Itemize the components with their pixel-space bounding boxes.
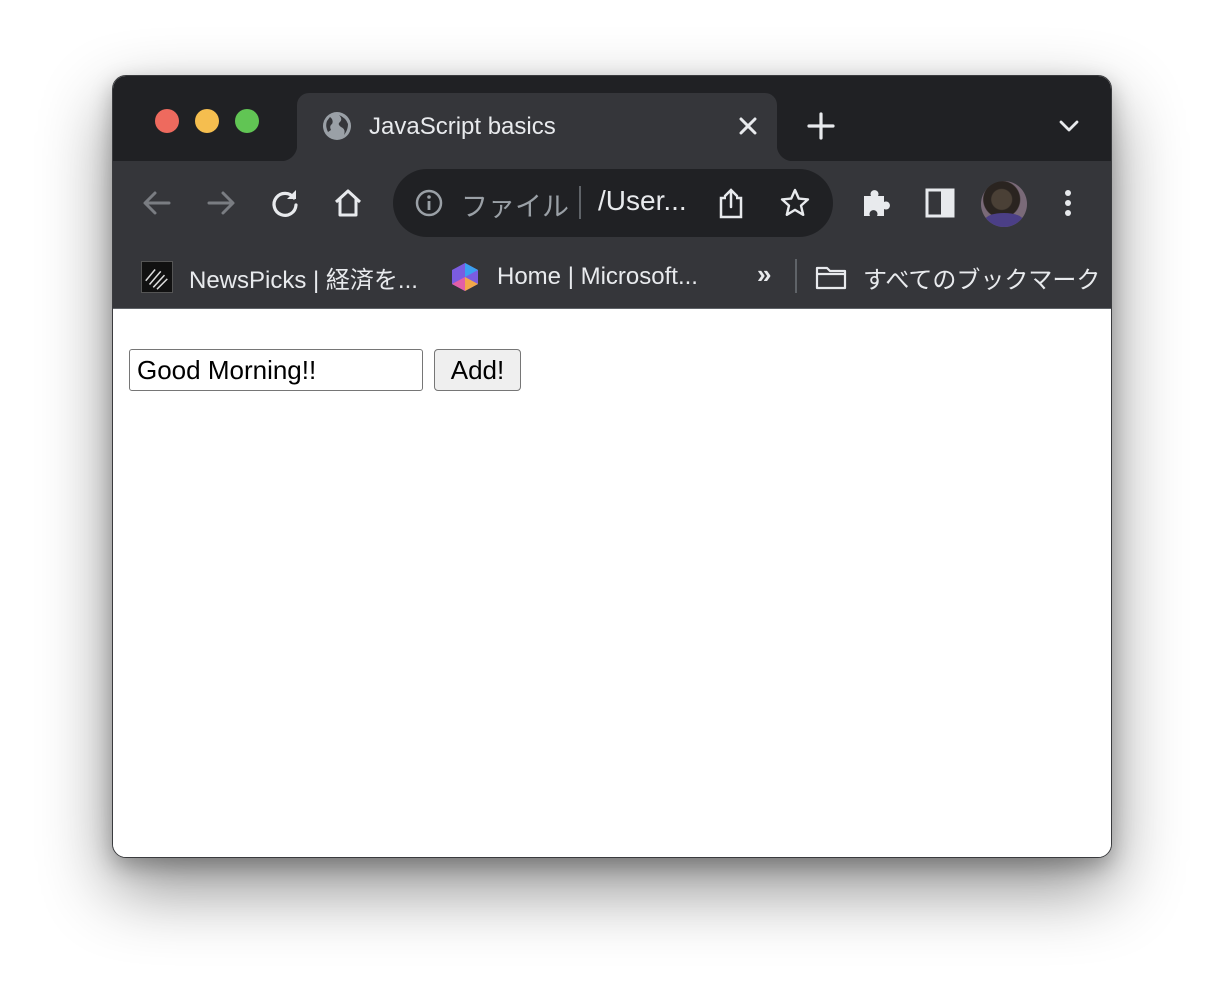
url-text[interactable]: /User...	[598, 185, 687, 217]
toolbar: ファイル /User...	[113, 161, 1111, 245]
todo-text-input[interactable]	[129, 349, 423, 391]
newspicks-icon	[141, 261, 173, 293]
zoom-window-button[interactable]	[235, 109, 259, 133]
microsoft-copilot-icon	[452, 263, 478, 291]
puzzle-icon	[864, 190, 890, 216]
home-icon	[334, 189, 362, 217]
close-tab-icon[interactable]	[737, 115, 759, 137]
bookmarks-divider	[795, 259, 797, 293]
star-icon[interactable]	[779, 187, 811, 219]
close-window-button[interactable]	[155, 109, 179, 133]
new-tab-icon[interactable]	[807, 112, 835, 140]
side-panel-button[interactable]	[920, 183, 960, 223]
profile-avatar[interactable]	[981, 181, 1027, 227]
bookmark-newspicks[interactable]: NewsPicks | 経済を...	[141, 245, 418, 309]
globe-icon	[323, 112, 351, 140]
folder-icon	[815, 266, 847, 290]
forward-button[interactable]	[201, 183, 241, 223]
tab-title: JavaScript basics	[369, 113, 556, 140]
menu-button[interactable]	[1048, 183, 1088, 223]
share-icon[interactable]	[717, 187, 745, 219]
page-content: Add!	[113, 310, 1111, 857]
bookmarks-bar: NewsPicks | 経済を... Home | Microsoft... »…	[113, 245, 1111, 309]
back-arrow-icon	[143, 191, 171, 215]
reload-icon	[272, 190, 298, 217]
back-button[interactable]	[137, 183, 177, 223]
more-vertical-icon	[1065, 190, 1071, 216]
scheme-label: ファイル	[461, 192, 569, 222]
extensions-button[interactable]	[856, 183, 896, 223]
more-bookmarks-button[interactable]: »	[757, 259, 771, 290]
bookmark-label: NewsPicks | 経済を...	[189, 266, 418, 294]
all-bookmarks-label: すべてのブックマーク	[863, 266, 1101, 294]
bookmark-microsoft[interactable]: Home | Microsoft...	[449, 245, 698, 309]
home-button[interactable]	[328, 183, 368, 223]
tab-strip: JavaScript basics	[113, 76, 1111, 161]
tab-active[interactable]: JavaScript basics	[281, 93, 793, 161]
add-button[interactable]: Add!	[434, 349, 521, 391]
omnibox-divider	[579, 186, 581, 219]
chevron-down-icon[interactable]	[1059, 119, 1079, 133]
reload-button[interactable]	[265, 183, 305, 223]
side-panel-icon	[925, 188, 955, 218]
browser-window: JavaScript basics ファイル /User... NewsPick…	[112, 75, 1112, 858]
minimize-window-button[interactable]	[195, 109, 219, 133]
all-bookmarks-folder[interactable]: すべてのブックマーク	[815, 245, 1100, 309]
forward-arrow-icon	[207, 191, 235, 215]
address-bar[interactable]: ファイル /User...	[393, 169, 833, 237]
info-icon[interactable]	[415, 189, 443, 217]
bookmark-label: Home | Microsoft...	[497, 263, 698, 290]
